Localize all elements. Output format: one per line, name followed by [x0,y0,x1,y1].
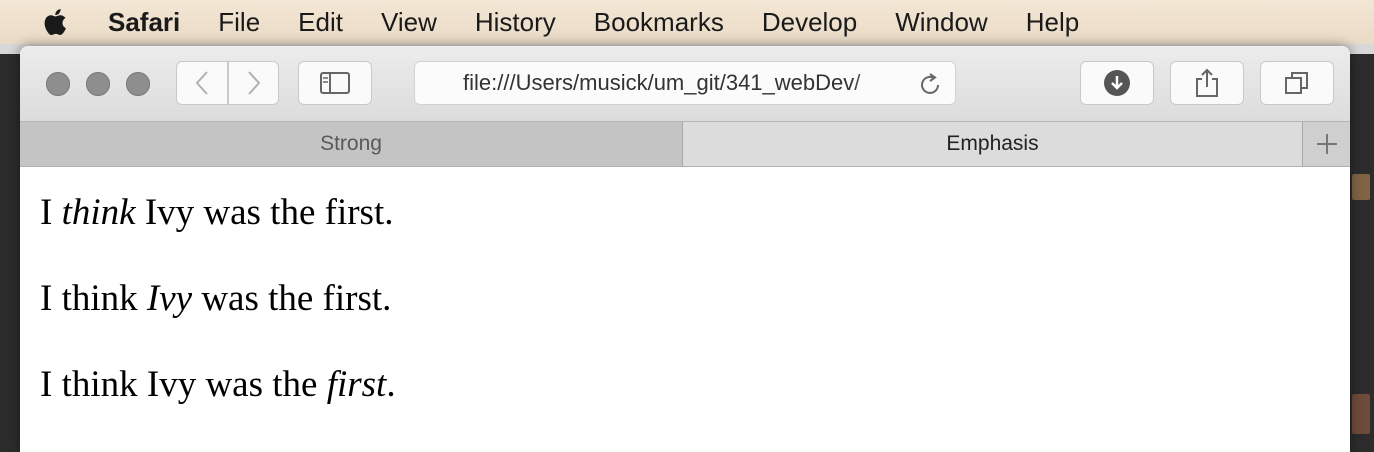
tab-emphasis[interactable]: Emphasis [683,122,1303,166]
forward-button[interactable] [228,61,279,105]
menu-edit[interactable]: Edit [298,7,343,38]
tab-strong[interactable]: Strong [20,122,683,166]
paragraph-1: I think Ivy was the first. [40,191,393,234]
apple-icon[interactable] [24,7,84,37]
download-icon [1104,70,1130,96]
address-bar-url[interactable]: file:///Users/musick/um_git/341_webDev/ [463,70,903,96]
paragraph-text: I [40,192,62,233]
paragraph-text: Ivy was the first. [135,192,394,233]
address-bar[interactable]: file:///Users/musick/um_git/341_webDev/ [414,61,956,105]
show-all-tabs-button[interactable] [1260,61,1334,105]
tabs-overview-icon [1285,72,1308,94]
share-icon [1196,68,1218,97]
new-tab-button[interactable] [1303,122,1350,166]
zoom-window-button[interactable] [126,72,150,96]
safari-window: file:///Users/musick/um_git/341_webDev/ … [20,46,1350,452]
menu-file[interactable]: File [218,7,260,38]
paragraph-2: I think Ivy was the first. [40,277,391,320]
menu-bar: Safari File Edit View History Bookmarks … [0,0,1374,44]
paragraph-text: I think [40,278,147,319]
menu-window[interactable]: Window [895,7,987,38]
plus-icon [1316,134,1337,154]
downloads-button[interactable] [1080,61,1154,105]
tab-bar: Strong Emphasis [20,121,1350,167]
menu-view[interactable]: View [381,7,437,38]
sidebar-icon [320,72,350,94]
emphasized-text: Ivy [146,278,193,319]
paragraph-3: I think Ivy was the first. [40,363,396,406]
paragraph-text: I think Ivy was the [40,364,327,405]
background-code-fragment [1352,174,1370,200]
reload-icon[interactable] [917,72,943,98]
close-window-button[interactable] [46,72,70,96]
background-code-fragment [1352,394,1370,434]
paragraph-text: was the first. [192,278,392,319]
menu-bookmarks[interactable]: Bookmarks [594,7,724,38]
share-button[interactable] [1170,61,1244,105]
emphasized-text: think [61,192,136,233]
menu-app-name[interactable]: Safari [108,7,180,38]
sidebar-button[interactable] [298,61,372,105]
menu-history[interactable]: History [475,7,556,38]
chevron-right-icon [247,71,260,95]
minimize-window-button[interactable] [86,72,110,96]
paragraph-text: . [386,364,396,405]
menu-help[interactable]: Help [1026,7,1079,38]
menu-develop[interactable]: Develop [762,7,857,38]
toolbar: file:///Users/musick/um_git/341_webDev/ [20,46,1350,121]
tab-label: Emphasis [946,132,1039,155]
chevron-left-icon [195,71,208,95]
back-button[interactable] [176,61,228,105]
page-content: I think Ivy was the first. I think Ivy w… [20,167,1350,452]
tab-label: Strong [320,132,382,155]
emphasized-text: first [326,364,387,405]
